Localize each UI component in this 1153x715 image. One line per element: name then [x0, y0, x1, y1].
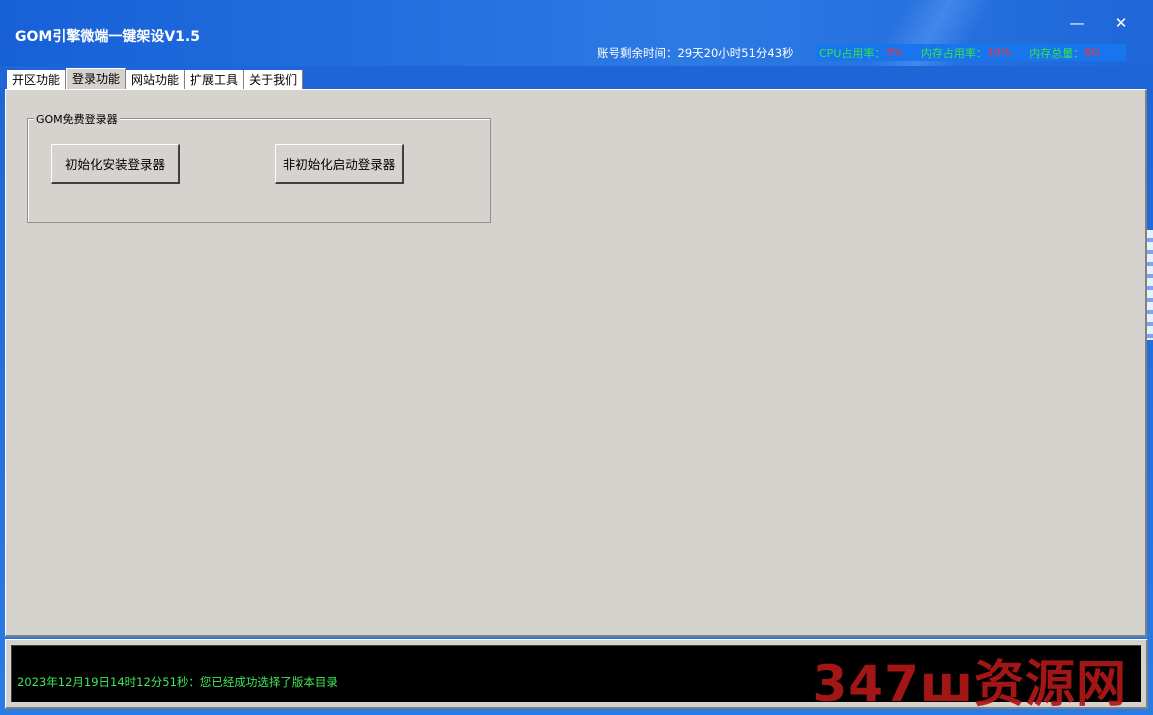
cpu-value: 3% [885, 46, 903, 59]
minimize-icon[interactable]: — [1065, 12, 1089, 34]
groupbox-title: GOM免费登录器 [34, 111, 120, 127]
memory-total-value: 8G [1084, 46, 1100, 59]
tab-about-us[interactable]: 关于我们 [244, 70, 304, 91]
title-bar[interactable]: GOM引擎微端一键架设V1.5 — ✕ 账号剩余时间：29天20小时51分43秒… [0, 0, 1153, 66]
log-output[interactable]: 2023年12月19日14时12分51秒：您已经成功选择了版本目录 347ш资源… [11, 645, 1141, 713]
tab-server-functions[interactable]: 开区功能 [7, 70, 67, 91]
tab-website-functions[interactable]: 网站功能 [126, 70, 186, 91]
log-panel: 2023年12月19日14时12分51秒：您已经成功选择了版本目录 347ш资源… [5, 639, 1148, 713]
background-window-edge [1147, 230, 1153, 340]
init-install-launcher-button[interactable]: 初始化安装登录器 [51, 144, 180, 184]
close-icon[interactable]: ✕ [1109, 12, 1133, 34]
memory-total-label: 内存总量： [1029, 46, 1085, 60]
tab-extension-tools[interactable]: 扩展工具 [185, 70, 245, 91]
account-remaining-time: 账号剩余时间：29天20小时51分43秒 [597, 46, 794, 60]
watermark-logo: 347ш资源网 [812, 655, 1127, 713]
tab-login-functions[interactable]: 登录功能 [66, 68, 127, 91]
non-init-start-launcher-button[interactable]: 非初始化启动登录器 [275, 144, 404, 184]
memory-usage-value: 10% [986, 46, 1012, 59]
system-stats-bar: CPU占用率： 3% 内存占用率： 10% 内存总量： 8G [816, 44, 1126, 61]
cpu-label: CPU占用率： [819, 46, 886, 60]
app-window: GOM引擎微端一键架设V1.5 — ✕ 账号剩余时间：29天20小时51分43秒… [0, 0, 1153, 715]
memory-usage-label: 内存占用率： [920, 46, 987, 60]
login-functions-panel: GOM免费登录器 初始化安装登录器 非初始化启动登录器 [5, 89, 1147, 637]
gom-login-groupbox: GOM免费登录器 初始化安装登录器 非初始化启动登录器 [27, 111, 491, 223]
log-message: 2023年12月19日14时12分51秒：您已经成功选择了版本目录 [17, 675, 338, 689]
app-title: GOM引擎微端一键架设V1.5 [15, 29, 200, 45]
tab-bar: 开区功能 登录功能 网站功能 扩展工具 关于我们 [7, 68, 304, 91]
window-controls: — ✕ [1065, 12, 1133, 34]
